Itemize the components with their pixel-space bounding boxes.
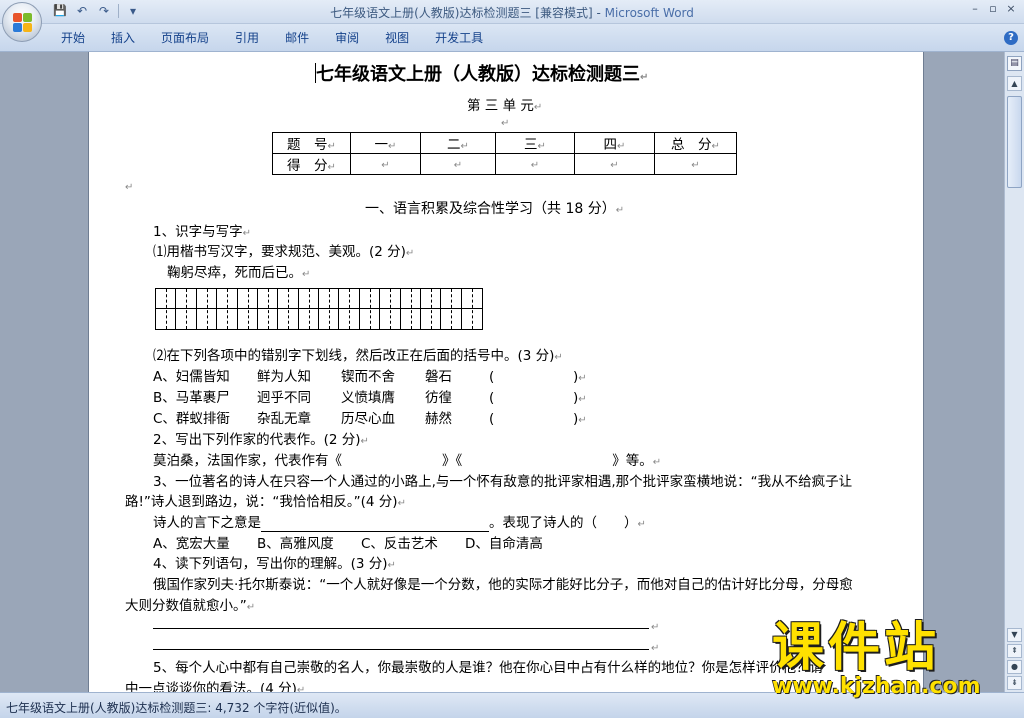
table-cell: 二↵ <box>420 132 496 154</box>
window-title: 七年级语文上册(人教版)达标检测题三 [兼容模式] - Microsoft Wo… <box>0 4 1024 21</box>
document-page[interactable]: 七年级语文上册（人教版）达标检测题三↵ 第 三 单 元↵ ↵ 题 号↵ 一↵ 二… <box>88 52 924 692</box>
question-1-1: ⑴用楷书写汉字，要求规范、美观。(2 分)↵ <box>153 244 415 260</box>
status-text: 七年级语文上册(人教版)达标检测题三: 4,732 个字符(近似值)。 <box>6 701 347 715</box>
office-button[interactable] <box>2 2 42 42</box>
paragraph-mark: ↵ <box>640 72 649 83</box>
vertical-scrollbar[interactable]: ▤ ▲ ▼ ⇞ ● ⇟ <box>1004 52 1024 692</box>
select-browse-object-icon[interactable]: ● <box>1007 660 1022 674</box>
table-cell[interactable]: ↵ <box>420 153 496 175</box>
heading-text: 七年级语文上册（人教版）达标检测题三 <box>316 64 640 85</box>
watermark-title: 课件站 <box>772 618 941 678</box>
question-3-line-2: 路!”诗人退到路边，说：“我恰恰相反。”(4 分)↵ <box>125 494 406 510</box>
view-ruler-icon[interactable]: ▤ <box>1007 56 1022 71</box>
question-4-line-2: 大则分数值就愈小。”↵ <box>125 598 256 614</box>
empty-paragraph: ↵ <box>651 622 660 633</box>
question-4: 4、读下列语句，写出你的理解。(3 分)↵ <box>153 556 396 572</box>
tab-list: 开始 插入 页面布局 引用 邮件 审阅 视图 开发工具 <box>48 24 496 52</box>
paragraph-mark: ↵ <box>533 102 543 113</box>
ribbon-tabs: 开始 插入 页面布局 引用 邮件 审阅 视图 开发工具 ? <box>0 24 1024 52</box>
section-text: 一、语言积累及综合性学习（共 18 分） <box>365 201 616 217</box>
empty-paragraph: ↵ <box>501 114 509 130</box>
score-table: 题 号↵ 一↵ 二↵ 三↵ 四↵ 总 分↵ 得 分↵ ↵ ↵ ↵ ↵ ↵ <box>272 132 737 175</box>
table-cell: 三↵ <box>495 132 575 154</box>
table-cell[interactable]: ↵ <box>350 153 421 175</box>
scroll-up-icon[interactable]: ▲ <box>1007 76 1022 91</box>
question-1-1-text: 鞠躬尽瘁，死而后已。↵ <box>167 265 311 281</box>
question-1-2: ⑵在下列各项中的错别字下划线，然后改正在后面的括号中。(3 分)↵ <box>153 348 563 364</box>
scroll-thumb[interactable] <box>1007 96 1022 188</box>
answer-blank[interactable] <box>261 515 489 532</box>
table-cell[interactable]: ↵ <box>495 153 575 175</box>
question-3-line-1: 3、一位著名的诗人在只容一个人通过的小路上,与一个怀有敌意的批评家相遇,那个批评… <box>153 474 853 490</box>
title-bar: 💾 ↶ ↷ ▾ 七年级语文上册(人教版)达标检测题三 [兼容模式] - Micr… <box>0 0 1024 24</box>
close-icon[interactable]: × <box>1002 1 1020 17</box>
question-2: 2、写出下列作家的代表作。(2 分)↵ <box>153 432 369 448</box>
app-name: Microsoft Word <box>604 6 694 20</box>
empty-paragraph: ↵ <box>651 643 660 654</box>
question-3-fill: 诗人的言下之意是 。表现了诗人的（ ）↵ <box>153 515 646 532</box>
table-cell: 题 号↵ <box>272 132 351 154</box>
tab-insert[interactable]: 插入 <box>98 24 148 52</box>
watermark-logo: 课件站 www.kjzhan.com <box>772 620 981 698</box>
option-row-b: B、马革裹尸 迥乎不同 义愤填膺 彷徨()↵ <box>153 390 587 406</box>
handwriting-grid[interactable] <box>155 288 483 330</box>
table-cell: 得 分↵ <box>272 153 351 175</box>
answer-line[interactable] <box>153 649 649 650</box>
table-row: 题 号↵ 一↵ 二↵ 三↵ 四↵ 总 分↵ <box>272 132 737 154</box>
question-3-choices: A、宽宏大量 B、高雅风度 C、反击艺术 D、自命清高 <box>153 536 543 552</box>
unit-text: 第 三 单 元 <box>467 98 534 114</box>
document-heading: 七年级语文上册（人教版）达标检测题三↵ <box>315 60 648 86</box>
document-workspace: 七年级语文上册（人教版）达标检测题三↵ 第 三 单 元↵ ↵ 题 号↵ 一↵ 二… <box>0 52 1004 692</box>
tab-mailings[interactable]: 邮件 <box>272 24 322 52</box>
watermark-url: www.kjzhan.com <box>772 674 981 699</box>
table-cell: 一↵ <box>350 132 421 154</box>
restore-icon[interactable]: ▫ <box>984 1 1002 17</box>
answer-line[interactable] <box>153 628 649 629</box>
scroll-down-icon[interactable]: ▼ <box>1007 628 1022 642</box>
previous-page-icon[interactable]: ⇞ <box>1007 644 1022 658</box>
unit-heading: 第 三 单 元↵ <box>467 94 542 114</box>
option-row-a: A、妇儒皆知 鲜为人知 锲而不舍 磐石()↵ <box>153 369 587 385</box>
empty-paragraph: ↵ <box>125 178 133 194</box>
window-controls: – ▫ × <box>966 1 1020 17</box>
section-heading: 一、语言积累及综合性学习（共 18 分）↵ <box>365 198 624 218</box>
paragraph-mark: ↵ <box>125 182 134 193</box>
table-cell: 总 分↵ <box>654 132 737 154</box>
question-5-line-2: 中一点谈谈你的看法。(4 分)↵ <box>125 681 306 692</box>
next-page-icon[interactable]: ⇟ <box>1007 676 1022 690</box>
question-5-line-1: 5、每个人心中都有自己崇敬的名人，你最崇敬的人是谁？他在你心目中占有什么样的地位… <box>153 660 824 676</box>
paragraph-mark: ↵ <box>501 118 510 129</box>
table-cell[interactable]: ↵ <box>654 153 737 175</box>
option-row-c: C、群蚁排衙 杂乱无章 历尽心血 赫然()↵ <box>153 411 587 427</box>
help-icon[interactable]: ? <box>1004 31 1018 45</box>
question-2-text: 莫泊桑，法国作家，代表作有《 》《 》等。↵ <box>153 453 662 469</box>
tab-references[interactable]: 引用 <box>222 24 272 52</box>
tab-developer[interactable]: 开发工具 <box>422 24 496 52</box>
question-1: 1、识字与写字↵ <box>153 224 251 240</box>
table-cell[interactable]: ↵ <box>574 153 655 175</box>
tab-review[interactable]: 审阅 <box>322 24 372 52</box>
minimize-icon[interactable]: – <box>966 1 984 17</box>
document-title: 七年级语文上册(人教版)达标检测题三 [兼容模式] - <box>330 6 605 20</box>
tab-home[interactable]: 开始 <box>48 24 98 52</box>
table-row: 得 分↵ ↵ ↵ ↵ ↵ ↵ <box>272 153 737 175</box>
paragraph-mark: ↵ <box>615 205 625 216</box>
office-logo-icon <box>13 13 33 33</box>
tab-view[interactable]: 视图 <box>372 24 422 52</box>
question-4-line-1: 俄国作家列夫·托尔斯泰说：“一个人就好像是一个分数，他的实际才能好比分子，而他对… <box>153 577 853 593</box>
tab-page-layout[interactable]: 页面布局 <box>148 24 222 52</box>
table-cell: 四↵ <box>574 132 655 154</box>
